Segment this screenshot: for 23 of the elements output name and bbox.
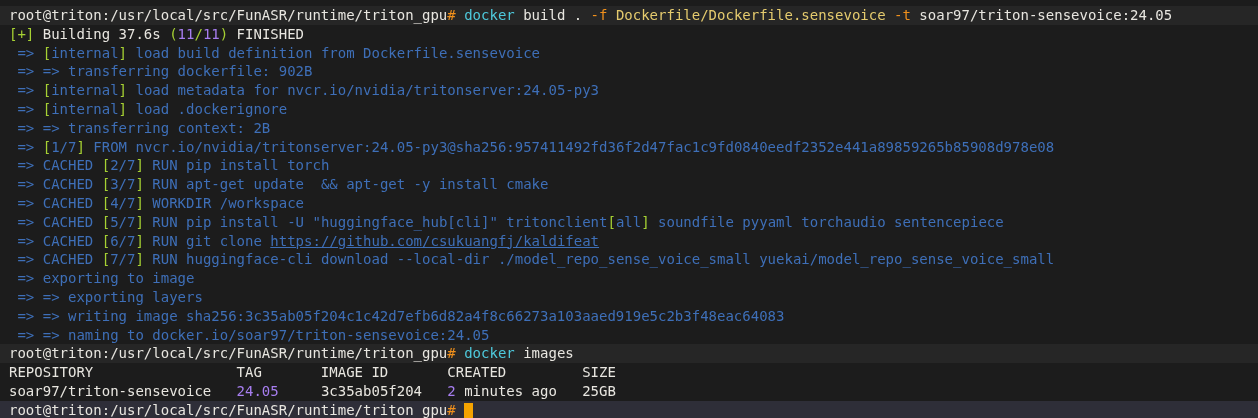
terminal-line: root@triton:/usr/local/src/FunASR/runtime/triton_gpu# xyxy=(9,400,456,418)
terminal-line: => CACHED [7/7] RUN huggingface-cli download --local-dir ./model_repo_sense_voice_small yuekai/model_repo_sense_voice_small xyxy=(16,250,1055,270)
terminal-line: => [internal] load metadata for nvcr.io/nvidia/tritonserver:24.05-py3 xyxy=(16,81,600,100)
terminal-line: => CACHED [4/7] WORKDIR /workspace xyxy=(16,193,305,213)
terminal-line: => [1/7] FROM nvcr.io/nvidia/tritonserver:24.05-py3@sha256:957411492fd36f2d47fac1c9fd0840eedf2352e441a89859265b85908d978e08 xyxy=(16,137,1055,157)
link[interactable]: https://github.com/csukuangfj/kaldifeat xyxy=(270,232,600,249)
terminal-line: => => transferring dockerfile: 902B xyxy=(16,62,313,82)
terminal-line: REPOSITORY TAG IMAGE ID CREATED SIZE xyxy=(9,363,616,382)
terminal-line: => CACHED [5/7] RUN pip install -U "huggingface_hub[cli]" tritonclient[all] soundfile pyyaml torchaudio sentencepiece xyxy=(16,212,1004,232)
terminal-line: => CACHED [2/7] RUN pip install torch xyxy=(16,156,330,176)
terminal-line: => => writing image sha256:3c35ab05f204c1c42d7efb6d82a4f8c66273a103aaed919e5c2b3f48eac64083 xyxy=(16,306,785,326)
terminal-line: => CACHED [6/7] RUN git clone https://github.com/csukuangfj/kaldifeat xyxy=(16,231,600,251)
terminal-line: root@triton:/usr/local/src/FunASR/runtime/triton_gpu# docker build . -f Dockerfile/Dockerfile.sensevoice -t soar97/triton-sensevoice:24.05 xyxy=(9,6,1173,25)
terminal-line: => [internal] load build definition from Dockerfile.sensevoice xyxy=(16,43,541,63)
terminal-line: soar97/triton-sensevoice 24.05 3c35ab05f204 2 minutes ago 25GB xyxy=(9,381,616,401)
terminal-line: => exporting to image xyxy=(16,269,195,288)
terminal-line: => => transferring context: 2B xyxy=(16,118,271,138)
terminal-line: => => naming to docker.io/soar97/triton-sensevoice:24.05 xyxy=(16,325,490,345)
terminal-line: => => exporting layers xyxy=(16,287,203,307)
terminal-line: => [internal] load .dockerignore xyxy=(16,100,288,119)
terminal-line: root@triton:/usr/local/src/FunASR/runtime/triton_gpu# docker images xyxy=(9,344,574,364)
terminal-line: => CACHED [3/7] RUN apt-get update && apt-get -y install cmake xyxy=(16,175,549,194)
terminal-line: [+] Building 37.6s (11/11) FINISHED xyxy=(9,24,305,44)
